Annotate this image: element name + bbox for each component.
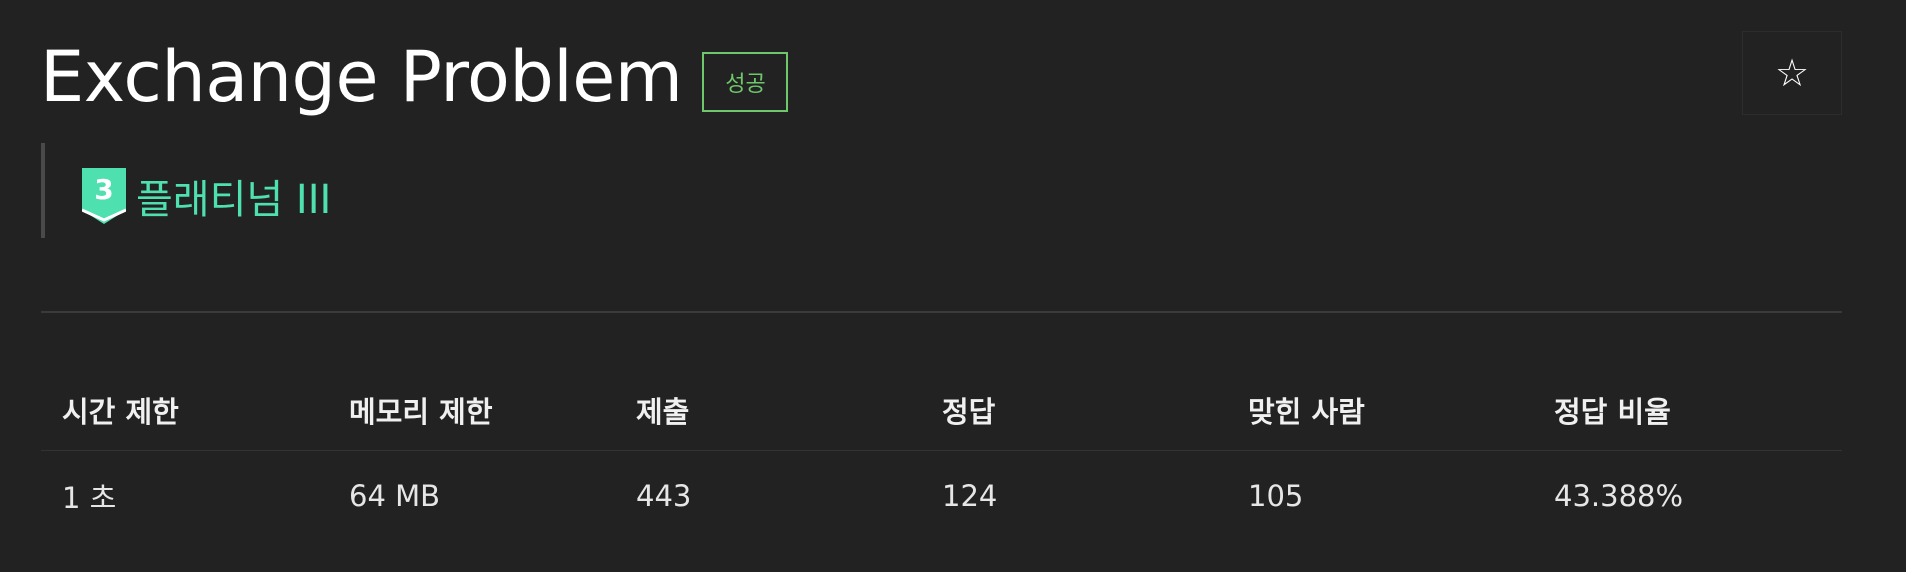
header-memory-limit: 메모리 제한 [349,395,493,429]
problem-info-table: 시간 제한 메모리 제한 제출 정답 맞힌 사람 정답 비율 1 초 64 MB… [41,370,1842,541]
value-memory-limit: 64 MB [349,479,441,513]
header-accept-ratio: 정답 비율 [1554,395,1671,429]
status-badge: 성공 [702,52,789,112]
value-solved-users: 105 [1248,479,1304,513]
title-row: Exchange Problem 성공 [40,32,789,122]
tier-info: 3 플래티넘 III [82,166,331,226]
value-accept-ratio: 43.388% [1554,479,1684,513]
section-divider [41,311,1842,313]
info-table-header: 시간 제한 메모리 제한 제출 정답 맞힌 사람 정답 비율 [41,370,1842,451]
header-submissions: 제출 [636,395,690,429]
info-table-row: 1 초 64 MB 443 124 105 43.388% [41,451,1842,541]
value-submissions: 443 [636,479,692,513]
value-accepted: 124 [942,479,998,513]
header-solved-users: 맞힌 사람 [1248,395,1365,429]
favorite-star-button[interactable]: ☆ [1742,31,1842,115]
header-accepted: 정답 [942,395,996,429]
tier-number: 3 [94,173,113,206]
tier-label: 플래티넘 III [136,177,332,223]
tier-left-border [41,143,45,238]
tier-platinum-3-icon: 3 [82,168,126,224]
value-time-limit: 1 초 [62,481,117,515]
problem-title: Exchange Problem [40,36,683,118]
star-icon: ☆ [1774,51,1810,95]
header-time-limit: 시간 제한 [62,395,179,429]
